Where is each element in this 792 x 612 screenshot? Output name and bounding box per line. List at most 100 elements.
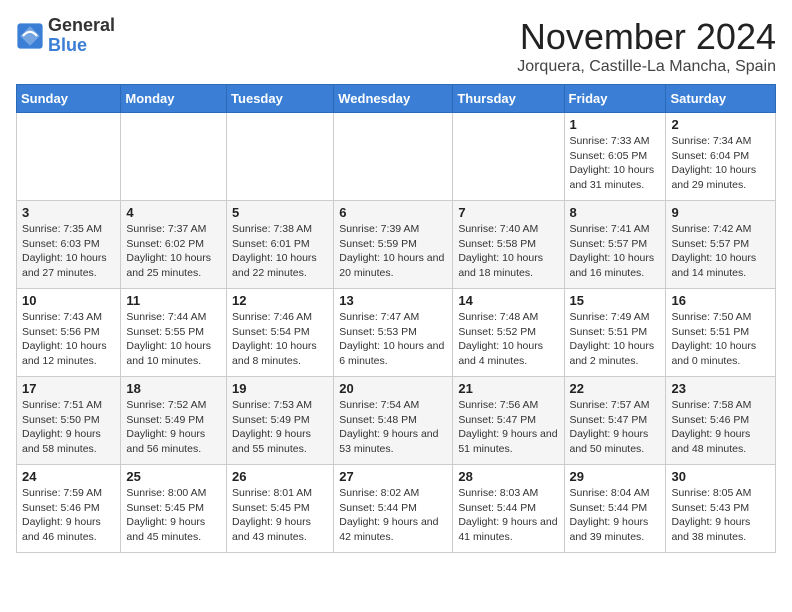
day-info: Sunrise: 7:56 AMSunset: 5:47 PMDaylight:… xyxy=(458,398,558,457)
calendar-cell: 9 Sunrise: 7:42 AMSunset: 5:57 PMDaylight… xyxy=(666,201,776,289)
day-info: Sunrise: 7:42 AMSunset: 5:57 PMDaylight:… xyxy=(671,222,770,281)
calendar-cell: 24 Sunrise: 7:59 AMSunset: 5:46 PMDayligh… xyxy=(17,465,121,553)
calendar-cell: 25 Sunrise: 8:00 AMSunset: 5:45 PMDayligh… xyxy=(121,465,227,553)
title-block: November 2024 Jorquera, Castille-La Manc… xyxy=(517,16,776,76)
weekday-header: Tuesday xyxy=(227,85,334,113)
day-number: 26 xyxy=(232,469,328,484)
logo-icon xyxy=(16,22,44,50)
day-info: Sunrise: 7:50 AMSunset: 5:51 PMDaylight:… xyxy=(671,310,770,369)
day-info: Sunrise: 7:46 AMSunset: 5:54 PMDaylight:… xyxy=(232,310,328,369)
day-info: Sunrise: 7:47 AMSunset: 5:53 PMDaylight:… xyxy=(339,310,447,369)
day-number: 6 xyxy=(339,205,447,220)
day-number: 29 xyxy=(570,469,661,484)
day-info: Sunrise: 8:00 AMSunset: 5:45 PMDaylight:… xyxy=(126,486,221,545)
day-number: 21 xyxy=(458,381,558,396)
calendar-body: 1Sunrise: 7:33 AMSunset: 6:05 PMDaylight… xyxy=(17,113,776,553)
calendar-cell: 28Sunrise: 8:03 AMSunset: 5:44 PMDayligh… xyxy=(453,465,564,553)
day-info: Sunrise: 7:39 AMSunset: 5:59 PMDaylight:… xyxy=(339,222,447,281)
calendar-cell: 4 Sunrise: 7:37 AMSunset: 6:02 PMDaylight… xyxy=(121,201,227,289)
logo: General Blue xyxy=(16,16,115,56)
calendar-cell xyxy=(17,113,121,201)
calendar-header: SundayMondayTuesdayWednesdayThursdayFrid… xyxy=(17,85,776,113)
calendar-cell: 21 Sunrise: 7:56 AMSunset: 5:47 PMDayligh… xyxy=(453,377,564,465)
weekday-header: Thursday xyxy=(453,85,564,113)
calendar-cell: 7 Sunrise: 7:40 AMSunset: 5:58 PMDaylight… xyxy=(453,201,564,289)
day-info: Sunrise: 7:40 AMSunset: 5:58 PMDaylight:… xyxy=(458,222,558,281)
calendar-cell: 1Sunrise: 7:33 AMSunset: 6:05 PMDaylight… xyxy=(564,113,666,201)
calendar-week-row: 10 Sunrise: 7:43 AMSunset: 5:56 PMDayligh… xyxy=(17,289,776,377)
calendar-cell: 2 Sunrise: 7:34 AMSunset: 6:04 PMDaylight… xyxy=(666,113,776,201)
calendar-cell: 22 Sunrise: 7:57 AMSunset: 5:47 PMDayligh… xyxy=(564,377,666,465)
calendar-cell: 6 Sunrise: 7:39 AMSunset: 5:59 PMDaylight… xyxy=(334,201,453,289)
day-number: 27 xyxy=(339,469,447,484)
calendar-cell xyxy=(227,113,334,201)
logo-line1: General xyxy=(48,16,115,36)
day-number: 19 xyxy=(232,381,328,396)
day-info: Sunrise: 7:58 AMSunset: 5:46 PMDaylight:… xyxy=(671,398,770,457)
day-info: Sunrise: 7:43 AMSunset: 5:56 PMDaylight:… xyxy=(22,310,115,369)
day-number: 22 xyxy=(570,381,661,396)
page-header: General Blue November 2024 Jorquera, Cas… xyxy=(16,16,776,76)
calendar-cell: 10 Sunrise: 7:43 AMSunset: 5:56 PMDayligh… xyxy=(17,289,121,377)
day-info: Sunrise: 7:54 AMSunset: 5:48 PMDaylight:… xyxy=(339,398,447,457)
day-number: 13 xyxy=(339,293,447,308)
calendar-cell: 19 Sunrise: 7:53 AMSunset: 5:49 PMDayligh… xyxy=(227,377,334,465)
month-year: November 2024 xyxy=(517,16,776,58)
calendar-cell: 8Sunrise: 7:41 AMSunset: 5:57 PMDaylight… xyxy=(564,201,666,289)
day-number: 2 xyxy=(671,117,770,132)
day-number: 30 xyxy=(671,469,770,484)
day-info: Sunrise: 7:49 AMSunset: 5:51 PMDaylight:… xyxy=(570,310,661,369)
calendar-week-row: 3 Sunrise: 7:35 AMSunset: 6:03 PMDaylight… xyxy=(17,201,776,289)
calendar-table: SundayMondayTuesdayWednesdayThursdayFrid… xyxy=(16,84,776,553)
calendar-week-row: 1Sunrise: 7:33 AMSunset: 6:05 PMDaylight… xyxy=(17,113,776,201)
calendar-cell: 23 Sunrise: 7:58 AMSunset: 5:46 PMDayligh… xyxy=(666,377,776,465)
calendar-cell: 20 Sunrise: 7:54 AMSunset: 5:48 PMDayligh… xyxy=(334,377,453,465)
day-info: Sunrise: 8:01 AMSunset: 5:45 PMDaylight:… xyxy=(232,486,328,545)
day-info: Sunrise: 8:04 AMSunset: 5:44 PMDaylight:… xyxy=(570,486,661,545)
day-info: Sunrise: 7:41 AMSunset: 5:57 PMDaylight:… xyxy=(570,222,661,281)
calendar-week-row: 17Sunrise: 7:51 AMSunset: 5:50 PMDayligh… xyxy=(17,377,776,465)
day-info: Sunrise: 7:38 AMSunset: 6:01 PMDaylight:… xyxy=(232,222,328,281)
day-info: Sunrise: 7:59 AMSunset: 5:46 PMDaylight:… xyxy=(22,486,115,545)
weekday-header: Wednesday xyxy=(334,85,453,113)
calendar-cell: 26 Sunrise: 8:01 AMSunset: 5:45 PMDayligh… xyxy=(227,465,334,553)
day-info: Sunrise: 7:35 AMSunset: 6:03 PMDaylight:… xyxy=(22,222,115,281)
day-info: Sunrise: 7:53 AMSunset: 5:49 PMDaylight:… xyxy=(232,398,328,457)
day-number: 4 xyxy=(126,205,221,220)
calendar-cell: 17Sunrise: 7:51 AMSunset: 5:50 PMDayligh… xyxy=(17,377,121,465)
day-number: 20 xyxy=(339,381,447,396)
day-number: 14 xyxy=(458,293,558,308)
calendar-cell xyxy=(121,113,227,201)
day-info: Sunrise: 8:03 AMSunset: 5:44 PMDaylight:… xyxy=(458,486,558,545)
calendar-cell: 14Sunrise: 7:48 AMSunset: 5:52 PMDayligh… xyxy=(453,289,564,377)
calendar-cell: 16Sunrise: 7:50 AMSunset: 5:51 PMDayligh… xyxy=(666,289,776,377)
day-number: 3 xyxy=(22,205,115,220)
day-info: Sunrise: 7:44 AMSunset: 5:55 PMDaylight:… xyxy=(126,310,221,369)
calendar-cell xyxy=(453,113,564,201)
calendar-cell: 30Sunrise: 8:05 AMSunset: 5:43 PMDayligh… xyxy=(666,465,776,553)
calendar-cell xyxy=(334,113,453,201)
calendar-cell: 27 Sunrise: 8:02 AMSunset: 5:44 PMDayligh… xyxy=(334,465,453,553)
calendar-cell: 29 Sunrise: 8:04 AMSunset: 5:44 PMDayligh… xyxy=(564,465,666,553)
day-info: Sunrise: 7:33 AMSunset: 6:05 PMDaylight:… xyxy=(570,134,661,193)
day-number: 9 xyxy=(671,205,770,220)
day-info: Sunrise: 8:02 AMSunset: 5:44 PMDaylight:… xyxy=(339,486,447,545)
logo-line2: Blue xyxy=(48,36,115,56)
day-info: Sunrise: 7:34 AMSunset: 6:04 PMDaylight:… xyxy=(671,134,770,193)
day-number: 25 xyxy=(126,469,221,484)
day-number: 10 xyxy=(22,293,115,308)
day-info: Sunrise: 7:51 AMSunset: 5:50 PMDaylight:… xyxy=(22,398,115,457)
day-number: 7 xyxy=(458,205,558,220)
weekday-header: Sunday xyxy=(17,85,121,113)
day-number: 15 xyxy=(570,293,661,308)
calendar-cell: 13 Sunrise: 7:47 AMSunset: 5:53 PMDayligh… xyxy=(334,289,453,377)
day-number: 18 xyxy=(126,381,221,396)
day-number: 11 xyxy=(126,293,221,308)
day-number: 23 xyxy=(671,381,770,396)
calendar-cell: 15 Sunrise: 7:49 AMSunset: 5:51 PMDayligh… xyxy=(564,289,666,377)
calendar-week-row: 24 Sunrise: 7:59 AMSunset: 5:46 PMDayligh… xyxy=(17,465,776,553)
day-number: 5 xyxy=(232,205,328,220)
day-info: Sunrise: 7:57 AMSunset: 5:47 PMDaylight:… xyxy=(570,398,661,457)
day-info: Sunrise: 7:37 AMSunset: 6:02 PMDaylight:… xyxy=(126,222,221,281)
day-number: 24 xyxy=(22,469,115,484)
